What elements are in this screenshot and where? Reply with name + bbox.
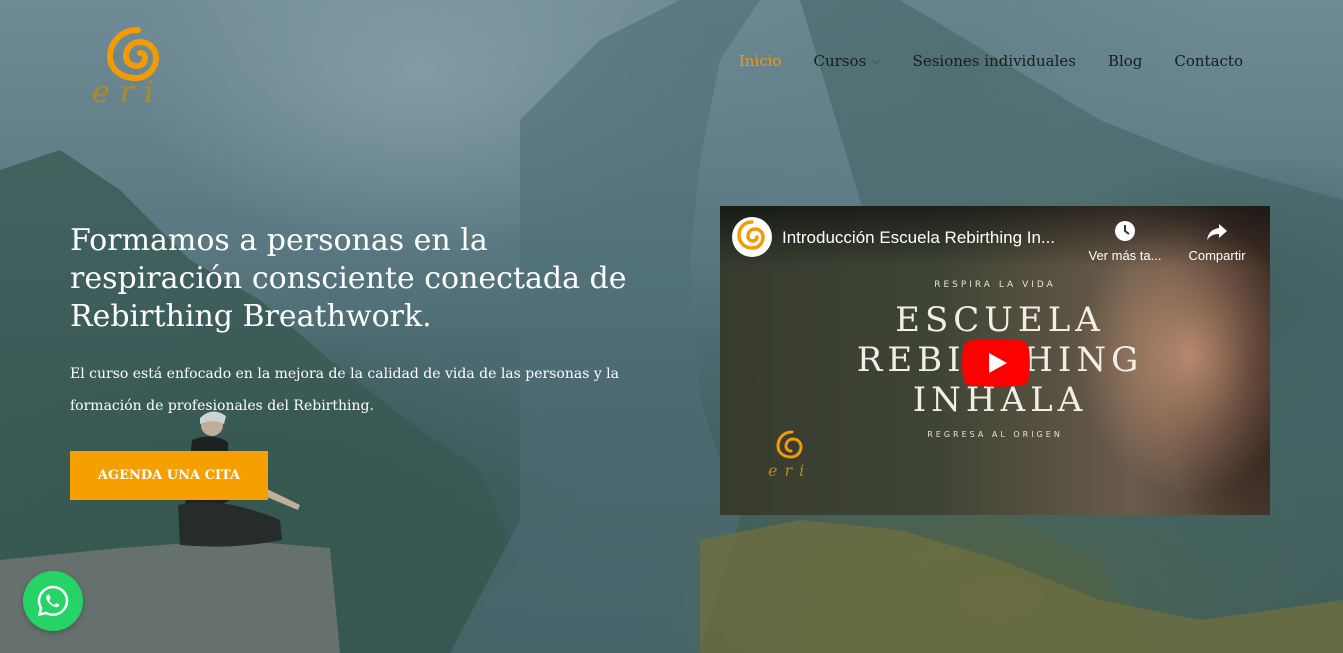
chevron-down-icon: ⌵ bbox=[872, 54, 881, 67]
svg-text:eri: eri bbox=[92, 75, 164, 108]
nav-item-label: Inicio bbox=[738, 52, 782, 70]
share-button[interactable]: Compartir bbox=[1172, 220, 1262, 263]
channel-avatar[interactable] bbox=[732, 217, 772, 257]
clock-icon bbox=[1115, 221, 1135, 241]
video-overlay-line1: ESCUELA bbox=[895, 300, 1105, 340]
spiral-logo-icon: eri bbox=[768, 430, 811, 480]
video-overlay-logo: eri bbox=[762, 428, 822, 480]
youtube-play-button[interactable] bbox=[962, 339, 1030, 387]
agenda-cita-button[interactable]: AGENDA UNA CITA bbox=[70, 451, 268, 500]
nav-item-cursos[interactable]: Cursos ⌵ bbox=[813, 52, 880, 70]
play-icon bbox=[962, 339, 1030, 387]
video-title[interactable]: Introducción Escuela Rebirthing In... bbox=[782, 228, 1055, 248]
nav-item-sesiones-individuales[interactable]: Sesiones individuales bbox=[913, 52, 1076, 70]
spiral-logo-icon: eri bbox=[92, 27, 164, 110]
hero-subtitle: El curso está enfocado en la mejora de l… bbox=[70, 366, 620, 414]
main-nav: Inicio Cursos ⌵ Sesiones individuales Bl… bbox=[707, 52, 1243, 70]
nav-item-inicio[interactable]: Inicio bbox=[739, 52, 782, 70]
whatsapp-button[interactable] bbox=[23, 571, 83, 631]
hero-title: Formamos a personas en la respiración co… bbox=[70, 223, 627, 334]
nav-item-blog[interactable]: Blog bbox=[1108, 52, 1142, 70]
youtube-video-embed[interactable]: Introducción Escuela Rebirthing In... Ve… bbox=[720, 206, 1270, 515]
share-label: Compartir bbox=[1188, 248, 1246, 263]
nav-item-label: Blog bbox=[1107, 52, 1143, 70]
video-overlay-tagline: RESPIRA LA VIDA bbox=[934, 280, 1056, 290]
nav-item-label: Cursos bbox=[813, 52, 867, 70]
watch-later-button[interactable]: Ver más ta... bbox=[1080, 220, 1170, 263]
nav-item-label: Contacto bbox=[1174, 52, 1243, 70]
site-logo[interactable]: eri bbox=[88, 22, 188, 110]
whatsapp-icon bbox=[37, 585, 69, 617]
share-arrow-icon bbox=[1207, 224, 1227, 240]
svg-text:eri: eri bbox=[768, 461, 811, 480]
nav-item-contacto[interactable]: Contacto bbox=[1174, 52, 1243, 70]
spiral-logo-icon bbox=[737, 220, 765, 250]
nav-item-label: Sesiones individuales bbox=[912, 52, 1076, 70]
watch-later-label: Ver más ta... bbox=[1088, 248, 1162, 263]
